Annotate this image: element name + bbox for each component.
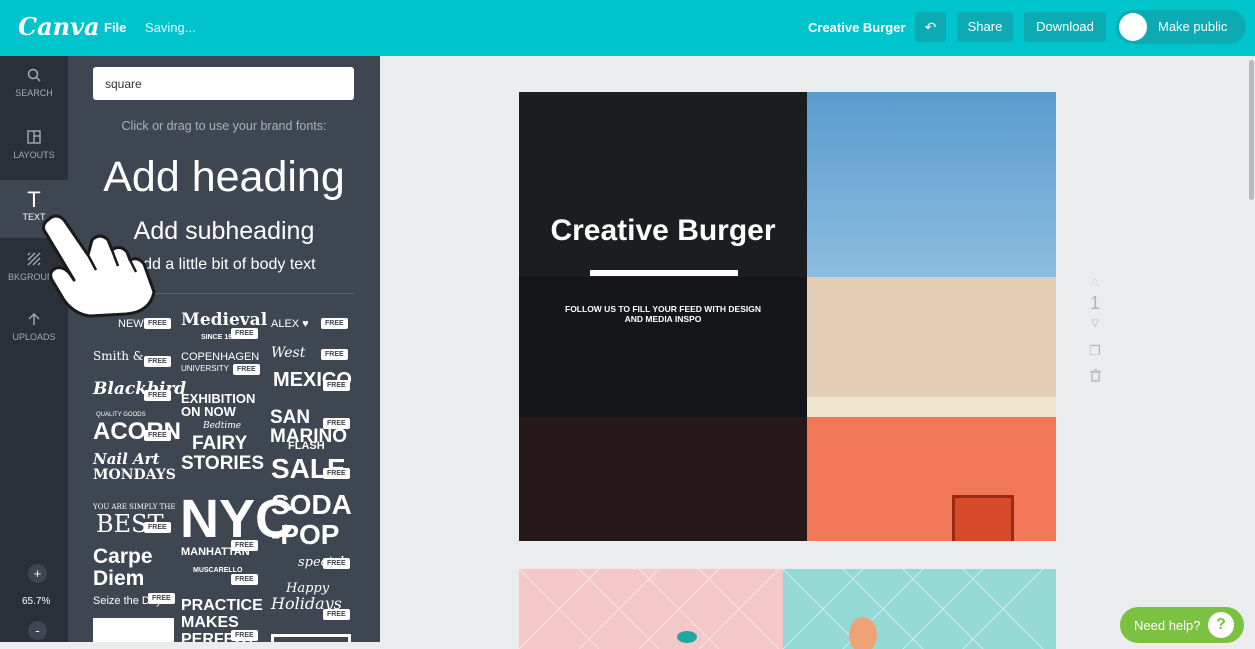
free-badge: FREE <box>144 522 171 533</box>
chevron-up-icon[interactable]: △ <box>1080 276 1110 287</box>
text-template[interactable]: Bedtime <box>203 422 241 431</box>
top-bar: Canva File Saving... Creative Burger ↶ S… <box>0 0 1255 56</box>
copy-page-icon[interactable]: ❐ <box>1080 343 1110 359</box>
text-template[interactable]: Carpe <box>93 546 153 567</box>
canva-logo[interactable]: Canva <box>18 12 100 41</box>
brick-window <box>952 495 1014 541</box>
red-wall-photo[interactable] <box>807 417 1056 541</box>
free-badge: FREE <box>231 328 258 339</box>
text-template[interactable]: ALEX ♥ <box>271 319 309 330</box>
layouts-icon <box>0 126 68 150</box>
text-template[interactable]: PRACTICE <box>181 598 263 614</box>
free-badge: FREE <box>323 558 350 569</box>
design-subheading[interactable]: FOLLOW US TO FILL YOUR FEED WITH DESIGN … <box>559 304 767 324</box>
text-template[interactable]: UNIVERSITY <box>181 365 229 373</box>
free-badge: FREE <box>148 593 175 604</box>
text-template[interactable]: MONDAYS <box>93 468 176 482</box>
template-thumbnail[interactable] <box>93 618 174 642</box>
zoom-level: 65.7% <box>22 596 51 607</box>
tile-pattern <box>519 569 1044 649</box>
question-icon: ? <box>1208 612 1234 638</box>
left-rail: SEARCH LAYOUTS T TEXT BKGROUND UPLOADS +… <box>0 56 68 642</box>
sky-photo[interactable] <box>807 92 1056 277</box>
search-icon <box>0 64 68 88</box>
share-button[interactable]: Share <box>957 12 1013 42</box>
title-underline[interactable] <box>590 270 738 276</box>
free-badge: FREE <box>144 356 171 367</box>
text-template[interactable]: FAIRY <box>192 434 247 453</box>
free-badge: FREE <box>231 574 258 585</box>
file-menu[interactable]: File <box>104 20 126 35</box>
zoom-out-button[interactable]: - <box>28 621 47 640</box>
free-badge: FREE <box>323 418 350 429</box>
download-button[interactable]: Download <box>1024 12 1106 42</box>
free-badge: FREE <box>231 540 258 551</box>
text-template[interactable]: STORIES <box>181 454 264 473</box>
add-heading-button[interactable]: Add heading <box>68 153 380 202</box>
make-public-label: Make public <box>1158 19 1228 34</box>
free-badge: FREE <box>144 390 171 401</box>
save-status: Saving... <box>145 20 196 35</box>
text-template[interactable]: Smith & <box>93 350 143 362</box>
make-public-toggle[interactable]: Make public <box>1116 10 1246 44</box>
trash-icon[interactable] <box>1080 368 1110 385</box>
design-title[interactable]: Creative Burger <box>808 20 906 35</box>
zoom-in-button[interactable]: + <box>28 564 47 583</box>
free-badge: FREE <box>321 349 348 360</box>
undo-icon: ↶ <box>924 19 937 35</box>
rail-item-layouts[interactable]: LAYOUTS <box>0 118 68 178</box>
text-template[interactable]: West <box>271 346 305 360</box>
free-badge: FREE <box>144 430 171 441</box>
page-tools: △ 1 ▽ ❐ <box>1080 276 1110 385</box>
template-thumbnail[interactable] <box>271 634 351 642</box>
page-number: 1 <box>1089 293 1100 313</box>
design-page-2[interactable] <box>519 569 1056 649</box>
text-template[interactable]: MAKES <box>181 615 239 631</box>
text-template[interactable]: NEW <box>118 319 144 330</box>
text-template[interactable]: MUSCARELLO <box>193 567 242 574</box>
wall-photo[interactable] <box>807 277 1056 397</box>
free-badge: FREE <box>233 364 260 375</box>
free-badge: FREE <box>231 630 258 641</box>
rail-label: UPLOADS <box>12 332 56 342</box>
text-template[interactable]: Diem <box>93 568 144 589</box>
need-help-button[interactable]: Need help? ? <box>1120 607 1244 643</box>
free-badge: FREE <box>321 318 348 329</box>
text-template[interactable]: Medieval <box>181 312 267 329</box>
chevron-down-icon[interactable]: ▽ <box>1080 318 1110 329</box>
text-panel: Click or drag to use your brand fonts: A… <box>68 56 380 642</box>
brand-fonts-hint: Click or drag to use your brand fonts: <box>121 119 327 133</box>
free-badge: FREE <box>323 468 350 479</box>
toggle-knob[interactable] <box>1119 13 1147 41</box>
design-heading[interactable]: Creative Burger <box>519 214 807 248</box>
rail-item-search[interactable]: SEARCH <box>0 56 68 116</box>
text-template[interactable]: ON NOW <box>181 405 236 418</box>
text-template[interactable]: FLASH <box>288 441 325 452</box>
search-input[interactable] <box>93 67 354 100</box>
rail-label: SEARCH <box>15 88 53 98</box>
text-template[interactable]: -POP <box>271 521 339 549</box>
need-help-label: Need help? <box>1134 618 1201 633</box>
wall-stripe <box>807 397 1056 417</box>
free-badge: FREE <box>323 609 350 620</box>
rail-label: LAYOUTS <box>13 150 55 160</box>
canvas-area: Creative Burger FOLLOW US TO FILL YOUR F… <box>380 56 1255 649</box>
free-badge: FREE <box>323 380 350 391</box>
vertical-scrollbar[interactable] <box>1249 60 1254 200</box>
text-template[interactable]: Nail Art <box>93 452 160 467</box>
text-template[interactable]: SODA <box>271 491 352 519</box>
undo-button[interactable]: ↶ <box>915 12 946 42</box>
design-page-1[interactable]: Creative Burger FOLLOW US TO FILL YOUR F… <box>519 92 1056 541</box>
text-template[interactable]: COPENHAGEN <box>181 352 259 363</box>
text-template[interactable]: Blackbird <box>93 381 186 398</box>
pointer-hand-icon <box>42 214 156 318</box>
